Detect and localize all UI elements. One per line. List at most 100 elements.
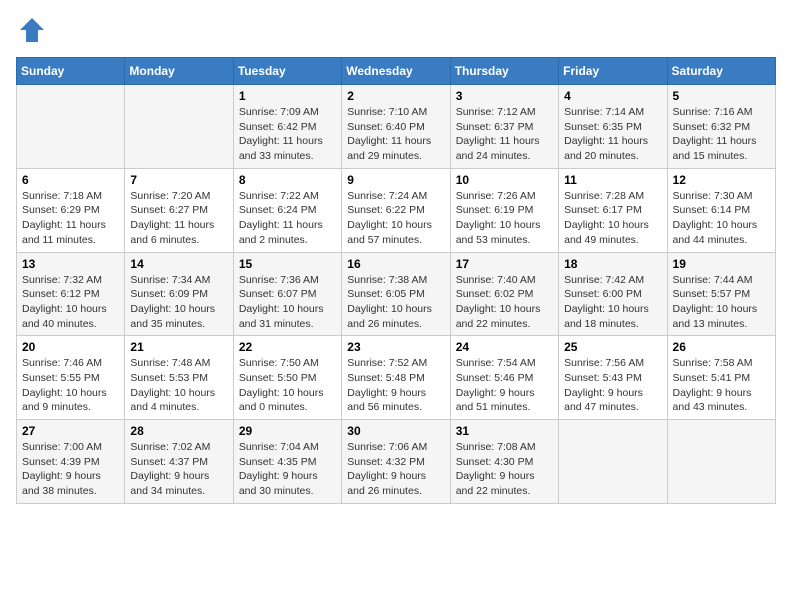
day-info: Sunrise: 7:04 AM Sunset: 4:35 PM Dayligh… [239,440,336,499]
day-info: Sunrise: 7:58 AM Sunset: 5:41 PM Dayligh… [673,356,770,415]
day-info: Sunrise: 7:34 AM Sunset: 6:09 PM Dayligh… [130,273,227,332]
day-info: Sunrise: 7:32 AM Sunset: 6:12 PM Dayligh… [22,273,119,332]
day-info: Sunrise: 7:22 AM Sunset: 6:24 PM Dayligh… [239,189,336,248]
day-number: 31 [456,424,553,438]
day-number: 10 [456,173,553,187]
day-number: 18 [564,257,661,271]
calendar-cell [667,420,775,504]
calendar-cell: 14 Sunrise: 7:34 AM Sunset: 6:09 PM Dayli… [125,252,233,336]
calendar-cell [559,420,667,504]
day-of-week-header: Tuesday [233,58,341,85]
calendar-cell: 22 Sunrise: 7:50 AM Sunset: 5:50 PM Dayli… [233,336,341,420]
day-info: Sunrise: 7:44 AM Sunset: 5:57 PM Dayligh… [673,273,770,332]
calendar-cell: 31Sunrise: 7:08 AM Sunset: 4:30 PM Dayli… [450,420,558,504]
day-info: Sunrise: 7:30 AM Sunset: 6:14 PM Dayligh… [673,189,770,248]
calendar-cell: 13Sunrise: 7:32 AM Sunset: 6:12 PM Dayli… [17,252,125,336]
day-info: Sunrise: 7:16 AM Sunset: 6:32 PM Dayligh… [673,105,770,164]
calendar-cell: 17 Sunrise: 7:40 AM Sunset: 6:02 PM Dayli… [450,252,558,336]
day-number: 7 [130,173,227,187]
day-info: Sunrise: 7:02 AM Sunset: 4:37 PM Dayligh… [130,440,227,499]
day-info: Sunrise: 7:18 AM Sunset: 6:29 PM Dayligh… [22,189,119,248]
day-info: Sunrise: 7:14 AM Sunset: 6:35 PM Dayligh… [564,105,661,164]
calendar-week-row: 6 Sunrise: 7:18 AM Sunset: 6:29 PM Daylig… [17,168,776,252]
day-number: 14 [130,257,227,271]
day-number: 24 [456,340,553,354]
calendar-cell: 28 Sunrise: 7:02 AM Sunset: 4:37 PM Dayli… [125,420,233,504]
day-number: 19 [673,257,770,271]
calendar-cell [125,85,233,169]
calendar-table: SundayMondayTuesdayWednesdayThursdayFrid… [16,57,776,504]
day-number: 17 [456,257,553,271]
day-info: Sunrise: 7:50 AM Sunset: 5:50 PM Dayligh… [239,356,336,415]
calendar-cell: 11 Sunrise: 7:28 AM Sunset: 6:17 PM Dayli… [559,168,667,252]
calendar-cell: 6 Sunrise: 7:18 AM Sunset: 6:29 PM Daylig… [17,168,125,252]
calendar-week-row: 1 Sunrise: 7:09 AM Sunset: 6:42 PM Daylig… [17,85,776,169]
day-number: 4 [564,89,661,103]
day-info: Sunrise: 7:46 AM Sunset: 5:55 PM Dayligh… [22,356,119,415]
calendar-cell: 20Sunrise: 7:46 AM Sunset: 5:55 PM Dayli… [17,336,125,420]
day-info: Sunrise: 7:06 AM Sunset: 4:32 PM Dayligh… [347,440,444,499]
day-info: Sunrise: 7:40 AM Sunset: 6:02 PM Dayligh… [456,273,553,332]
logo-icon [18,16,46,44]
calendar-cell: 30 Sunrise: 7:06 AM Sunset: 4:32 PM Dayli… [342,420,450,504]
day-of-week-header: Monday [125,58,233,85]
day-number: 21 [130,340,227,354]
day-info: Sunrise: 7:42 AM Sunset: 6:00 PM Dayligh… [564,273,661,332]
day-info: Sunrise: 7:56 AM Sunset: 5:43 PM Dayligh… [564,356,661,415]
day-info: Sunrise: 7:48 AM Sunset: 5:53 PM Dayligh… [130,356,227,415]
day-info: Sunrise: 7:10 AM Sunset: 6:40 PM Dayligh… [347,105,444,164]
day-info: Sunrise: 7:38 AM Sunset: 6:05 PM Dayligh… [347,273,444,332]
day-of-week-header: Sunday [17,58,125,85]
calendar-cell: 7 Sunrise: 7:20 AM Sunset: 6:27 PM Daylig… [125,168,233,252]
day-number: 3 [456,89,553,103]
calendar-cell: 12 Sunrise: 7:30 AM Sunset: 6:14 PM Dayli… [667,168,775,252]
day-info: Sunrise: 7:24 AM Sunset: 6:22 PM Dayligh… [347,189,444,248]
day-info: Sunrise: 7:52 AM Sunset: 5:48 PM Dayligh… [347,356,444,415]
day-of-week-header: Saturday [667,58,775,85]
calendar-cell [17,85,125,169]
calendar-cell: 3 Sunrise: 7:12 AM Sunset: 6:37 PM Daylig… [450,85,558,169]
calendar-week-row: 20Sunrise: 7:46 AM Sunset: 5:55 PM Dayli… [17,336,776,420]
day-number: 30 [347,424,444,438]
day-number: 9 [347,173,444,187]
calendar-cell: 27 Sunrise: 7:00 AM Sunset: 4:39 PM Dayli… [17,420,125,504]
day-number: 5 [673,89,770,103]
day-info: Sunrise: 7:36 AM Sunset: 6:07 PM Dayligh… [239,273,336,332]
calendar-cell: 15 Sunrise: 7:36 AM Sunset: 6:07 PM Dayli… [233,252,341,336]
day-info: Sunrise: 7:20 AM Sunset: 6:27 PM Dayligh… [130,189,227,248]
day-number: 27 [22,424,119,438]
calendar-cell: 9 Sunrise: 7:24 AM Sunset: 6:22 PM Daylig… [342,168,450,252]
day-number: 26 [673,340,770,354]
calendar-cell: 1 Sunrise: 7:09 AM Sunset: 6:42 PM Daylig… [233,85,341,169]
day-number: 8 [239,173,336,187]
calendar-week-row: 13Sunrise: 7:32 AM Sunset: 6:12 PM Dayli… [17,252,776,336]
day-number: 1 [239,89,336,103]
day-of-week-header: Friday [559,58,667,85]
day-number: 28 [130,424,227,438]
calendar-cell: 18 Sunrise: 7:42 AM Sunset: 6:00 PM Dayli… [559,252,667,336]
day-info: Sunrise: 7:28 AM Sunset: 6:17 PM Dayligh… [564,189,661,248]
day-info: Sunrise: 7:54 AM Sunset: 5:46 PM Dayligh… [456,356,553,415]
calendar-cell: 26 Sunrise: 7:58 AM Sunset: 5:41 PM Dayli… [667,336,775,420]
calendar-cell: 25 Sunrise: 7:56 AM Sunset: 5:43 PM Dayli… [559,336,667,420]
day-number: 6 [22,173,119,187]
calendar-cell: 4 Sunrise: 7:14 AM Sunset: 6:35 PM Daylig… [559,85,667,169]
day-number: 25 [564,340,661,354]
calendar-cell: 19 Sunrise: 7:44 AM Sunset: 5:57 PM Dayli… [667,252,775,336]
calendar-cell: 5 Sunrise: 7:16 AM Sunset: 6:32 PM Daylig… [667,85,775,169]
day-number: 15 [239,257,336,271]
calendar-cell: 2 Sunrise: 7:10 AM Sunset: 6:40 PM Daylig… [342,85,450,169]
day-number: 11 [564,173,661,187]
day-number: 2 [347,89,444,103]
calendar-cell: 24 Sunrise: 7:54 AM Sunset: 5:46 PM Dayli… [450,336,558,420]
day-info: Sunrise: 7:26 AM Sunset: 6:19 PM Dayligh… [456,189,553,248]
day-number: 12 [673,173,770,187]
calendar-cell: 10 Sunrise: 7:26 AM Sunset: 6:19 PM Dayli… [450,168,558,252]
calendar-cell: 8 Sunrise: 7:22 AM Sunset: 6:24 PM Daylig… [233,168,341,252]
calendar-cell: 16Sunrise: 7:38 AM Sunset: 6:05 PM Dayli… [342,252,450,336]
day-info: Sunrise: 7:00 AM Sunset: 4:39 PM Dayligh… [22,440,119,499]
day-info: Sunrise: 7:09 AM Sunset: 6:42 PM Dayligh… [239,105,336,164]
day-number: 23 [347,340,444,354]
day-info: Sunrise: 7:12 AM Sunset: 6:37 PM Dayligh… [456,105,553,164]
day-number: 22 [239,340,336,354]
